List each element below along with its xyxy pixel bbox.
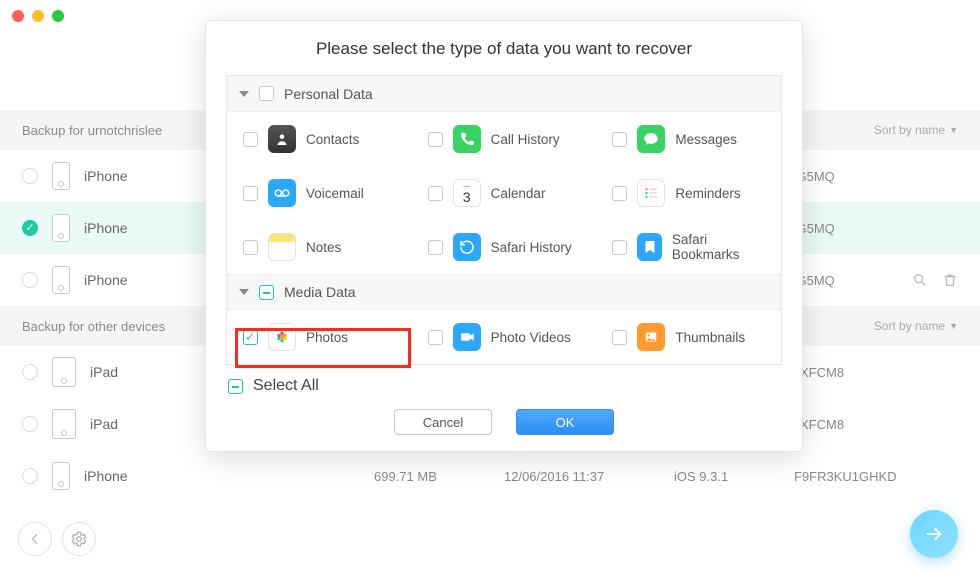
- next-button[interactable]: [910, 510, 958, 558]
- checkbox[interactable]: [428, 186, 443, 201]
- checkbox[interactable]: [243, 240, 258, 255]
- checkbox[interactable]: [243, 132, 258, 147]
- calendar-icon: —3: [453, 179, 481, 207]
- item-messages[interactable]: Messages: [596, 112, 781, 166]
- section-title: Backup for other devices: [22, 319, 165, 334]
- item-call-history[interactable]: Call History: [412, 112, 597, 166]
- collapse-icon: [239, 91, 249, 97]
- radio[interactable]: [22, 416, 38, 432]
- category-media[interactable]: Media Data: [227, 274, 781, 310]
- cancel-button[interactable]: Cancel: [394, 409, 492, 435]
- chevron-down-icon: ▼: [949, 321, 958, 331]
- collapse-icon: [239, 289, 249, 295]
- voicemail-icon: [268, 179, 296, 207]
- iphone-icon: [52, 162, 70, 190]
- photo-videos-icon: [453, 323, 481, 351]
- category-checkbox[interactable]: [259, 86, 274, 101]
- category-label: Media Data: [284, 284, 356, 300]
- item-photos[interactable]: Photos: [227, 310, 412, 364]
- item-contacts[interactable]: Contacts: [227, 112, 412, 166]
- checkbox[interactable]: [612, 132, 627, 147]
- chevron-down-icon: ▼: [949, 125, 958, 135]
- radio[interactable]: [22, 364, 38, 380]
- safari-history-icon: [453, 233, 481, 261]
- category-checkbox[interactable]: [259, 285, 274, 300]
- item-voicemail[interactable]: Voicemail: [227, 166, 412, 220]
- notes-icon: [268, 233, 296, 261]
- checkbox[interactable]: [428, 132, 443, 147]
- item-notes[interactable]: Notes: [227, 220, 412, 274]
- ok-button[interactable]: OK: [516, 409, 614, 435]
- checkbox[interactable]: [428, 330, 443, 345]
- checkbox[interactable]: [612, 186, 627, 201]
- item-reminders[interactable]: Reminders: [596, 166, 781, 220]
- item-calendar[interactable]: —3 Calendar: [412, 166, 597, 220]
- ipad-icon: [52, 409, 76, 439]
- recover-type-modal: Please select the type of data you want …: [205, 20, 803, 452]
- sort-control[interactable]: Sort by name ▼: [874, 123, 958, 137]
- checkbox[interactable]: [243, 330, 258, 345]
- safari-bookmarks-icon: [637, 233, 661, 261]
- category-personal[interactable]: Personal Data: [227, 76, 781, 112]
- messages-icon: [637, 125, 665, 153]
- reminders-icon: [637, 179, 665, 207]
- search-icon[interactable]: [912, 272, 928, 288]
- phone-icon: [453, 125, 481, 153]
- photos-icon: [268, 323, 296, 351]
- item-thumbnails[interactable]: Thumbnails: [596, 310, 781, 364]
- footer-controls: [18, 522, 96, 556]
- checkbox[interactable]: [612, 240, 627, 255]
- checkbox[interactable]: [428, 240, 443, 255]
- section-title: Backup for urnotchrislee: [22, 123, 162, 138]
- select-all-checkbox[interactable]: [228, 379, 243, 394]
- checkbox[interactable]: [243, 186, 258, 201]
- modal-title: Please select the type of data you want …: [226, 39, 782, 59]
- item-safari-bookmarks[interactable]: Safari Bookmarks: [596, 220, 781, 274]
- radio[interactable]: [22, 220, 38, 236]
- radio[interactable]: [22, 168, 38, 184]
- contacts-icon: [268, 125, 296, 153]
- item-photo-videos[interactable]: Photo Videos: [412, 310, 597, 364]
- backup-row[interactable]: iPhone 699.71 MB 12/06/2016 11:37 iOS 9.…: [0, 450, 980, 502]
- thumbnails-icon: [637, 323, 665, 351]
- iphone-icon: [52, 214, 70, 242]
- sort-control[interactable]: Sort by name ▼: [874, 319, 958, 333]
- back-button[interactable]: [18, 522, 52, 556]
- trash-icon[interactable]: [942, 272, 958, 288]
- radio[interactable]: [22, 468, 38, 484]
- radio[interactable]: [22, 272, 38, 288]
- ipad-icon: [52, 357, 76, 387]
- checkbox[interactable]: [612, 330, 627, 345]
- iphone-icon: [52, 266, 70, 294]
- select-all-label: Select All: [253, 377, 319, 395]
- iphone-icon: [52, 462, 70, 490]
- category-label: Personal Data: [284, 86, 373, 102]
- settings-button[interactable]: [62, 522, 96, 556]
- item-safari-history[interactable]: Safari History: [412, 220, 597, 274]
